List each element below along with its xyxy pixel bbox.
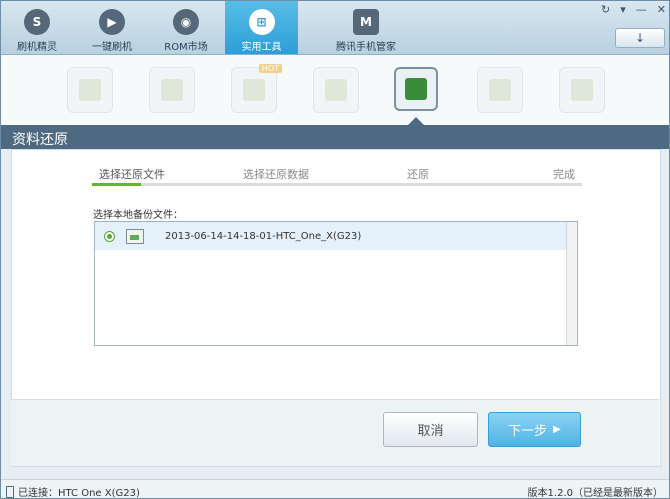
arrow-down-icon: ↓ xyxy=(634,31,646,45)
shield-m-icon: M xyxy=(353,9,379,35)
page-title: 资料还原 xyxy=(12,132,68,148)
tool-bag[interactable] xyxy=(67,67,113,113)
tab-tencent-manager[interactable]: M 腾讯手机管家 xyxy=(324,1,408,54)
tab-one-click-flash[interactable]: ▶ 一键刷机 xyxy=(79,1,145,54)
refresh-icon[interactable]: ↻ xyxy=(601,3,610,16)
backup-file-list[interactable]: 2013-06-14-14-18-01-HTC_One_X(G23) xyxy=(94,221,578,346)
wizard-progress-fill xyxy=(92,183,141,186)
tool-shield[interactable]: HOT xyxy=(231,64,282,113)
app-window: S 刷机精灵 ▶ 一键刷机 ◉ ROM市场 ⊞ 实用工具 M 腾讯手机管家 ↻ … xyxy=(0,0,670,499)
button-bar: 取消 下一步 ▶ xyxy=(11,399,659,466)
section-header: 资料还原 xyxy=(1,125,669,149)
tab-utility-tools[interactable]: ⊞ 实用工具 xyxy=(225,1,298,54)
step-restore: 还原 xyxy=(407,168,429,181)
shield-icon xyxy=(243,79,265,101)
files-icon xyxy=(325,79,347,101)
step-complete: 完成 xyxy=(553,168,575,181)
settings-icon xyxy=(489,79,511,101)
backup-file-name: 2013-06-14-14-18-01-HTC_One_X(G23) xyxy=(165,230,362,242)
tool-files[interactable] xyxy=(313,67,359,113)
list-scrollbar[interactable] xyxy=(566,222,577,345)
status-bar: 已连接：HTC One X(G23) 版本1.2.0（已经是最新版本） xyxy=(1,479,669,499)
tool-app-settings[interactable] xyxy=(559,67,605,113)
tool-settings[interactable] xyxy=(477,67,523,113)
puzzle-icon xyxy=(161,79,183,101)
tool-puzzle[interactable] xyxy=(149,67,195,113)
android-icon: ◉ xyxy=(173,9,199,35)
menu-dropdown-icon[interactable]: ▾ xyxy=(620,3,626,16)
app-settings-icon xyxy=(571,79,593,101)
sync-button[interactable]: ↓ xyxy=(615,28,665,48)
selected-radio[interactable] xyxy=(104,230,115,242)
minimize-icon[interactable]: — xyxy=(636,3,647,16)
step-select-file: 选择还原文件 xyxy=(99,168,165,181)
tab-flash-genius[interactable]: S 刷机精灵 xyxy=(4,1,70,54)
connection-status: 已连接：HTC One X(G23) xyxy=(6,484,140,498)
bag-icon xyxy=(79,79,101,101)
version-info: 版本1.2.0（已经是最新版本） xyxy=(527,488,663,499)
next-button[interactable]: 下一步 ▶ xyxy=(488,412,581,447)
list-item[interactable]: 2013-06-14-14-18-01-HTC_One_X(G23) xyxy=(95,222,566,250)
play-arrow-icon: ▶ xyxy=(553,424,561,435)
wizard-progress-track xyxy=(92,183,582,186)
top-navigation: S 刷机精灵 ▶ 一键刷机 ◉ ROM市场 ⊞ 实用工具 M 腾讯手机管家 ↻ … xyxy=(1,1,669,55)
hot-badge: HOT xyxy=(258,64,282,73)
window-controls: ↻ ▾ — ✕ xyxy=(601,3,666,16)
restore-icon xyxy=(405,78,427,100)
grid-icon: ⊞ xyxy=(248,9,275,35)
step-select-data: 选择还原数据 xyxy=(243,168,309,181)
tool-restore[interactable] xyxy=(394,67,438,111)
tab-rom-market[interactable]: ◉ ROM市场 xyxy=(153,1,219,54)
brush-logo-icon: S xyxy=(24,9,50,35)
phone-icon xyxy=(6,485,14,498)
cancel-button[interactable]: 取消 xyxy=(383,412,478,447)
play-icon: ▶ xyxy=(99,9,125,35)
backup-list-label: 选择本地备份文件： xyxy=(93,210,183,221)
close-icon[interactable]: ✕ xyxy=(657,3,666,16)
tool-strip: HOT xyxy=(1,55,669,126)
backup-file-icon xyxy=(126,228,144,244)
